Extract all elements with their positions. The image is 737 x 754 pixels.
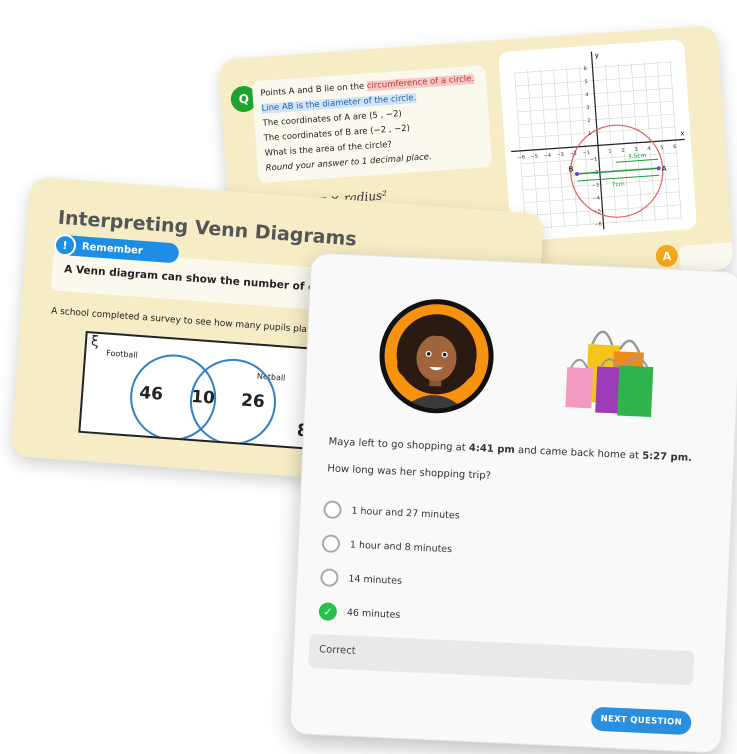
time-back: 5:27 pm. [641, 450, 693, 464]
y-tick-label: −1 [590, 157, 598, 163]
girl-avatar-icon [396, 314, 477, 410]
x-tick-label: 4 [647, 146, 651, 152]
y-tick-label: −3 [592, 182, 600, 188]
y-tick-label: −2 [591, 170, 599, 176]
intersection-value: 10 [190, 386, 216, 409]
diameter-line [576, 167, 659, 175]
answer-option-selected[interactable]: ✓ 46 minutes [318, 602, 401, 624]
only-b-value: 26 [240, 390, 266, 413]
radio-button[interactable] [323, 500, 342, 520]
point-a-label: A [661, 165, 667, 173]
x-tick-label: 5 [660, 145, 664, 151]
check-icon[interactable]: ✓ [318, 602, 338, 621]
only-a-value: 46 [138, 383, 164, 405]
radius-label: 3.5cm [628, 152, 647, 160]
x-tick-label: 3 [634, 147, 638, 153]
option-label: 46 minutes [346, 606, 401, 621]
answer-option[interactable]: 1 hour and 8 minutes [321, 534, 453, 558]
x-tick-label: −4 [543, 153, 551, 159]
exclamation-icon: ! [53, 233, 77, 257]
y-tick-label: 1 [588, 131, 592, 137]
x-tick-label: −3 [556, 152, 564, 158]
point-b-label: B [568, 165, 574, 173]
avatar [377, 296, 497, 416]
next-question-button[interactable]: NEXT QUESTION [590, 706, 692, 736]
question-box: Points A and B lie on the circumference … [251, 65, 493, 184]
point-a [656, 166, 661, 171]
y-tick-label: 4 [585, 92, 589, 98]
x-tick-label: 6 [673, 144, 677, 150]
option-label: 1 hour and 8 minutes [349, 539, 453, 555]
x-tick-label: −5 [530, 154, 538, 160]
quiz-card: Maya left to go shopping at 4:41 pm and … [289, 252, 737, 754]
question-line-1: Maya left to go shopping at 4:41 pm and … [328, 434, 698, 466]
y-axis-label: y [594, 51, 599, 59]
option-label: 14 minutes [348, 572, 403, 587]
diameter-label: 7cm [612, 181, 626, 189]
answer-option[interactable]: 14 minutes [320, 568, 402, 590]
shopping-bags-icon [555, 313, 670, 428]
question-line-2: How long was her shopping trip? [327, 463, 492, 482]
x-tick-label: 1 [608, 149, 612, 155]
question-pre: Maya left to go shopping at [328, 436, 470, 454]
question-mid: and came back home at [514, 444, 643, 462]
answer-badge: A [655, 244, 679, 268]
coordinate-graph: y x A B 3.5cm 7cm 1cm −6−5−4−3−2−1123456… [498, 39, 698, 242]
point-b [574, 171, 579, 176]
y-tick-label: 5 [584, 79, 588, 85]
y-tick-label: 2 [587, 118, 591, 124]
remember-label: Remember [81, 240, 144, 257]
y-tick-label: 3 [586, 105, 590, 111]
y-tick-label: −5 [593, 208, 601, 214]
y-tick-label: −6 [594, 221, 602, 227]
answer-option[interactable]: 1 hour and 27 minutes [323, 500, 460, 524]
y-tick-label: 6 [583, 66, 587, 72]
y-axis [590, 51, 605, 230]
x-tick-label: −2 [569, 151, 577, 157]
option-label: 1 hour and 27 minutes [351, 505, 460, 521]
radio-button[interactable] [320, 568, 339, 588]
y-tick-label: −4 [592, 195, 600, 201]
time-left: 4:41 pm [468, 442, 516, 456]
x-tick-label: −6 [517, 155, 525, 161]
question-text: Maya left to go shopping at 4:41 pm and … [327, 434, 699, 493]
feedback-box: Correct [308, 633, 695, 686]
x-axis-label: x [680, 129, 685, 137]
x-tick-label: −1 [582, 150, 590, 156]
radio-button[interactable] [321, 534, 341, 554]
x-tick-label: 2 [621, 148, 625, 154]
graph-svg: y x A B 3.5cm 7cm 1cm −6−5−4−3−2−1123456… [511, 51, 685, 237]
